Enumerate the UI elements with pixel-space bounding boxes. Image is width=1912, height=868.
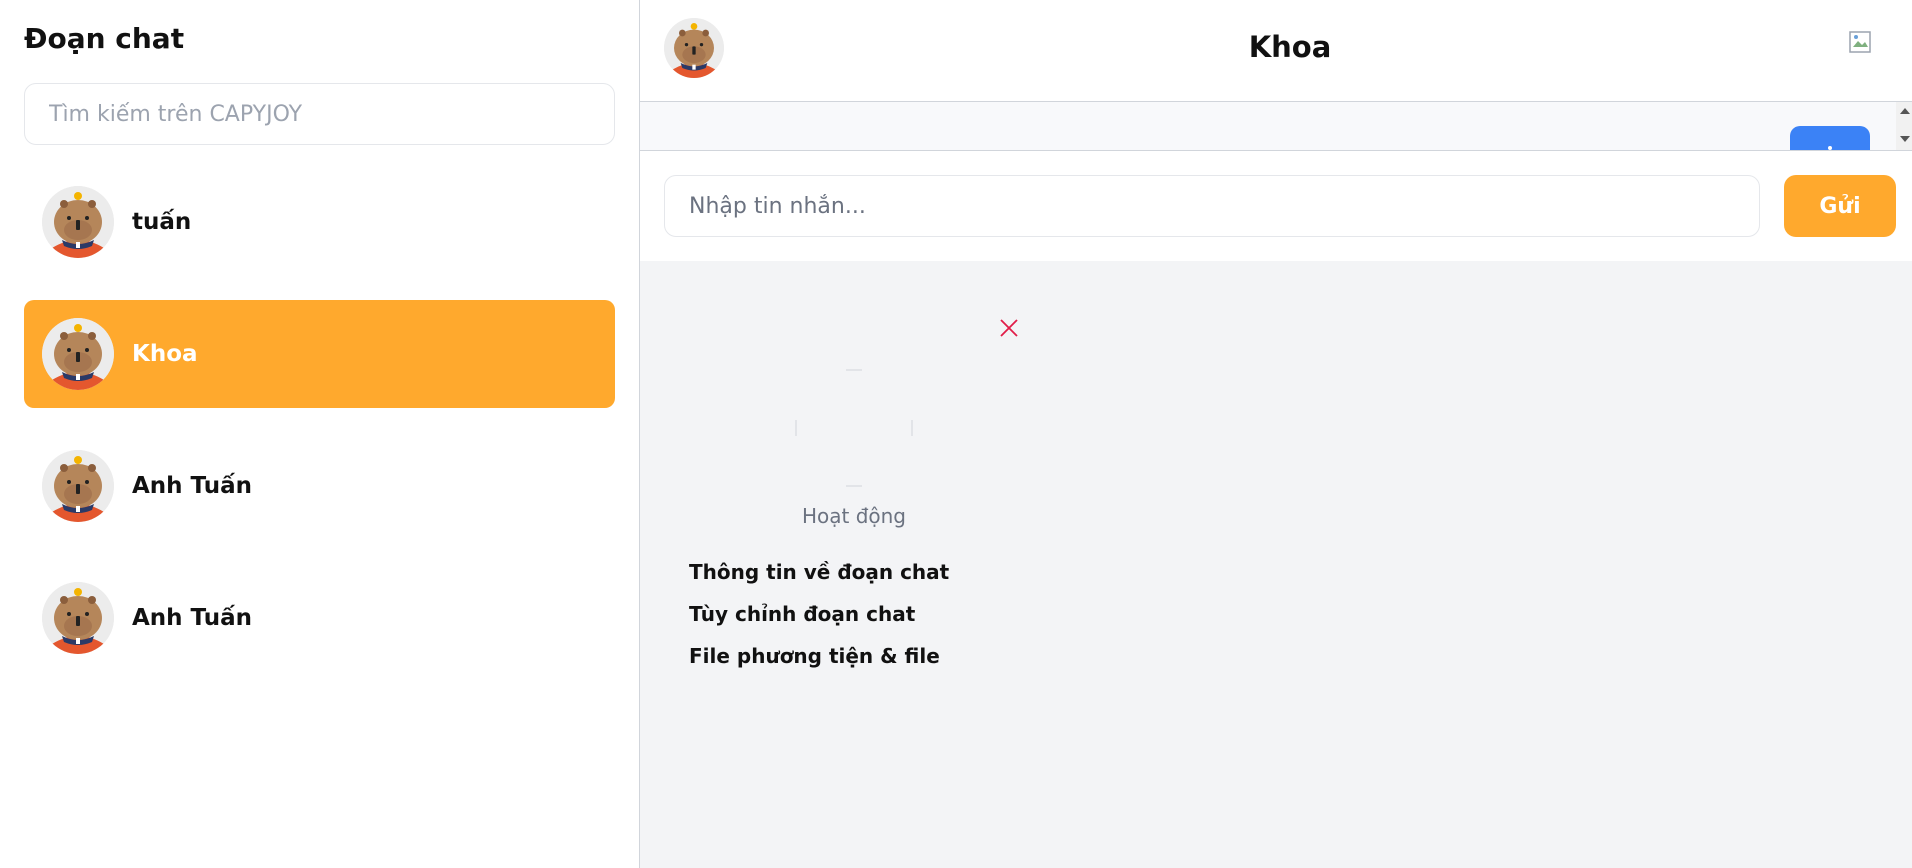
chat-item-name: Anh Tuấn [132, 473, 252, 499]
sidebar-title: Đoạn chat [24, 22, 185, 55]
message-bubble [1790, 126, 1870, 150]
chat-title: Khoa [1248, 30, 1332, 64]
message-input[interactable] [664, 175, 1760, 237]
chat-item-name: Khoa [132, 341, 198, 367]
chat-item-tuan[interactable]: tuấn [24, 168, 615, 276]
status-text: Hoạt động [801, 504, 907, 528]
avatar [42, 186, 114, 258]
avatar [42, 450, 114, 522]
chat-header: Khoa [640, 0, 1912, 102]
chat-item-anh-tuan-2[interactable]: Anh Tuấn [24, 564, 615, 672]
scroll-down-icon[interactable] [1900, 136, 1910, 142]
avatar-placeholder [795, 369, 913, 487]
scrollbar[interactable] [1896, 102, 1912, 150]
chat-info-panel: Hoạt động Thông tin về đoạn chat Tùy chỉ… [640, 261, 1912, 868]
chat-item-name: Anh Tuấn [132, 605, 252, 631]
send-button[interactable]: Gửi [1784, 175, 1896, 237]
chat-item-khoa[interactable]: Khoa [24, 300, 615, 408]
chat-sidebar: Đoạn chat tuấn Khoa Anh Tuấn Anh Tuấn [0, 0, 640, 868]
close-icon[interactable] [997, 316, 1021, 340]
message-composer: Gửi [640, 151, 1912, 261]
message-bubble-dot [1828, 146, 1832, 150]
scroll-up-icon[interactable] [1900, 108, 1910, 114]
chat-item-anh-tuan[interactable]: Anh Tuấn [24, 432, 615, 540]
broken-image-icon[interactable] [1848, 30, 1872, 54]
customize-chat-link[interactable]: Tùy chỉnh đoạn chat [689, 602, 915, 626]
search-input[interactable] [24, 83, 615, 145]
avatar [42, 582, 114, 654]
chat-main: Khoa Gửi Hoạt động Thông tin về đoạ [640, 0, 1912, 868]
chat-item-name: tuấn [132, 209, 192, 235]
media-files-link[interactable]: File phương tiện & file [689, 644, 940, 668]
chat-info-link[interactable]: Thông tin về đoạn chat [689, 560, 949, 584]
message-list[interactable] [640, 102, 1912, 151]
avatar [42, 318, 114, 390]
